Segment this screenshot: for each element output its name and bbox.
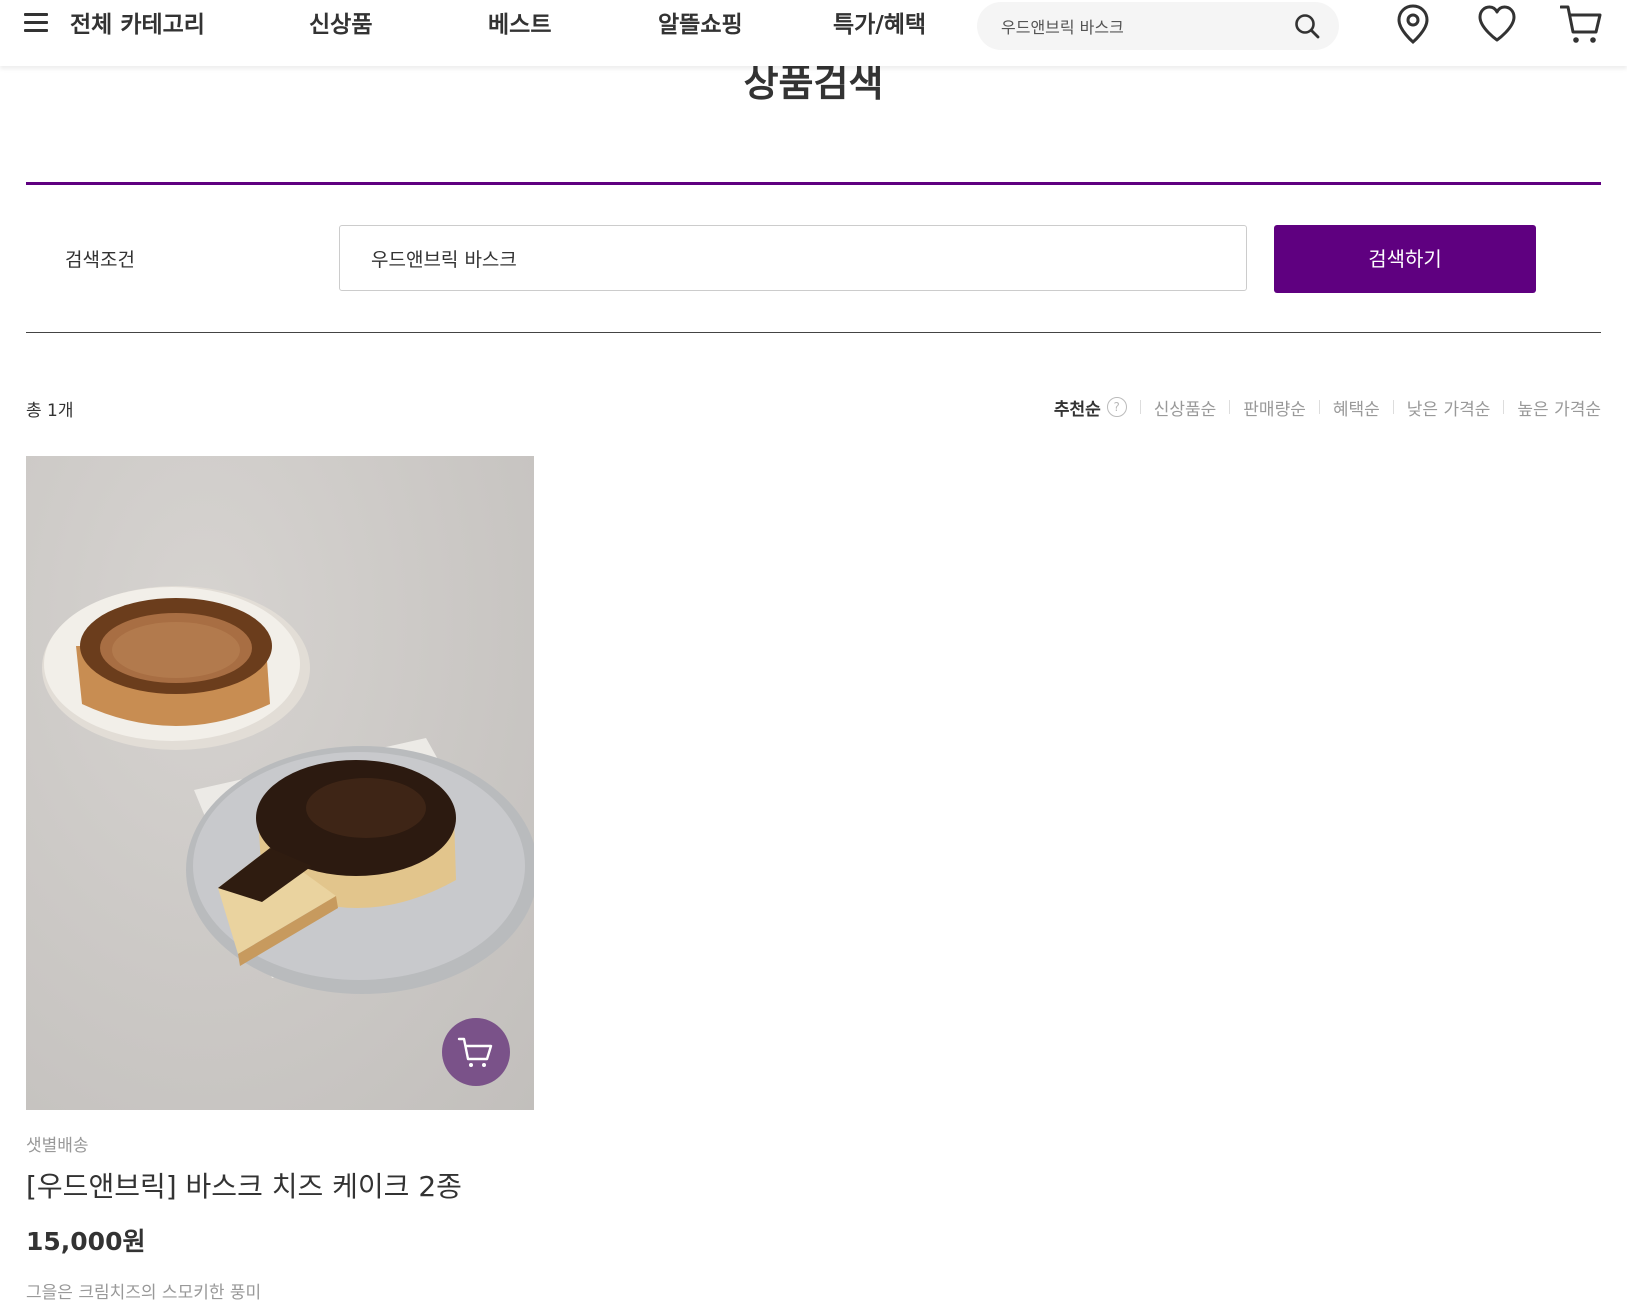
help-icon[interactable]: ? (1106, 397, 1127, 417)
sort-options: 추천순 ? 신상품순 판매량순 혜택순 낮은 가격순 높은 가격순 (1054, 395, 1601, 420)
delivery-type-label: 샛별배송 (26, 1136, 89, 1156)
search-condition-label: 검색조건 (65, 249, 135, 271)
search-icon[interactable] (1293, 12, 1321, 40)
result-total-count: 총 1개 (26, 401, 74, 421)
nav-bargain-shopping[interactable]: 알뜰쇼핑 (658, 5, 743, 39)
nav-special-deals[interactable]: 특가/혜택 (833, 5, 926, 39)
sort-sales[interactable]: 판매량순 (1243, 395, 1306, 420)
sort-recommended[interactable]: 추천순 (1054, 395, 1101, 420)
nav-best[interactable]: 베스트 (488, 5, 551, 39)
cheesecake-photo (42, 586, 534, 1086)
sort-divider (1318, 400, 1320, 414)
header-search-box (977, 2, 1339, 50)
search-condition-input[interactable] (339, 225, 1247, 291)
header-search-input[interactable] (999, 12, 1283, 40)
sort-low-price[interactable]: 낮은 가격순 (1407, 395, 1491, 420)
product-card[interactable] (26, 456, 534, 1110)
cart-icon[interactable] (1560, 2, 1602, 46)
sort-benefit[interactable]: 혜택순 (1333, 395, 1380, 420)
product-description: 그을은 크림치즈의 스모키한 풍미 (26, 1283, 262, 1303)
heart-icon[interactable] (1476, 2, 1518, 46)
sort-divider (1392, 400, 1394, 414)
add-to-cart-button[interactable] (442, 1018, 510, 1086)
search-condition-divider (26, 332, 1601, 333)
sort-high-price[interactable]: 높은 가격순 (1517, 395, 1601, 420)
product-image[interactable] (26, 456, 534, 1110)
menu-icon[interactable] (22, 10, 50, 40)
title-divider (26, 182, 1601, 185)
product-price: 15,000원 (26, 1227, 146, 1256)
nav-new-products[interactable]: 신상품 (309, 5, 372, 39)
sort-divider (1139, 400, 1141, 414)
sort-divider (1229, 400, 1231, 414)
all-category-link[interactable]: 전체 카테고리 (70, 5, 205, 39)
sort-newest[interactable]: 신상품순 (1154, 395, 1217, 420)
sort-divider (1503, 400, 1505, 414)
search-submit-button[interactable]: 검색하기 (1274, 225, 1536, 293)
global-nav-bar: 전체 카테고리 신상품 베스트 알뜰쇼핑 특가/혜택 (0, 0, 1627, 66)
location-pin-icon[interactable] (1392, 2, 1434, 46)
product-name[interactable]: [우드앤브릭] 바스크 치즈 케이크 2종 (26, 1165, 462, 1205)
